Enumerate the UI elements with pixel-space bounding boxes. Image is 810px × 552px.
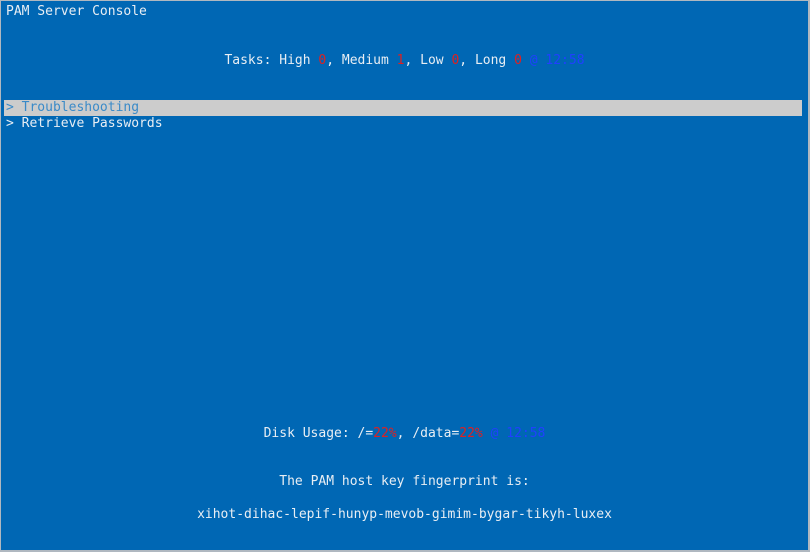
menu-item-label: Troubleshooting <box>21 100 140 115</box>
disk-data-value: 22% <box>459 426 483 441</box>
disk-data-label: /data= <box>412 426 460 441</box>
tasks-low-label: Low <box>420 53 444 68</box>
tasks-status-line: Tasks: High 0, Medium 1, Low 0, Long 0 @… <box>224 53 585 68</box>
disk-root-label: /= <box>357 426 374 441</box>
menu-item-troubleshooting[interactable]: > Troubleshooting <box>4 100 802 116</box>
chevron-right-icon: > <box>6 100 14 115</box>
fingerprint-value: xihot-dihac-lepif-hunyp-mevob-gimim-byga… <box>197 507 612 522</box>
menu-item-label: Retrieve Passwords <box>21 116 163 131</box>
tasks-long-label: Long <box>474 53 507 68</box>
main-menu: > Troubleshooting > Retrieve Passwords <box>4 100 802 132</box>
tasks-high-count: 0 <box>318 53 327 68</box>
tasks-time: 12:58 <box>545 53 585 68</box>
menu-item-retrieve-passwords[interactable]: > Retrieve Passwords <box>4 116 802 132</box>
tasks-medium-count: 1 <box>396 53 405 68</box>
console-screen: PAM Server Console Tasks: High 0, Medium… <box>1 1 808 550</box>
fingerprint-label: The PAM host key fingerprint is: <box>279 474 530 489</box>
tasks-medium-label: Medium <box>341 53 389 68</box>
console-title: PAM Server Console <box>6 4 147 19</box>
disk-root-value: 22% <box>373 426 397 441</box>
tasks-high-label: High <box>279 53 311 68</box>
disk-time: 12:58 <box>506 426 546 441</box>
disk-usage-line: Disk Usage: /=22%, /data=22% @ 12:58 <box>263 426 546 441</box>
disk-usage-label: Disk Usage: <box>263 426 350 441</box>
tasks-at-symbol: @ <box>529 53 538 68</box>
tasks-label: Tasks: <box>224 53 272 68</box>
tasks-low-count: 0 <box>451 53 460 68</box>
disk-at-symbol: @ <box>490 426 499 441</box>
chevron-right-icon: > <box>6 116 14 131</box>
tasks-long-count: 0 <box>514 53 522 68</box>
